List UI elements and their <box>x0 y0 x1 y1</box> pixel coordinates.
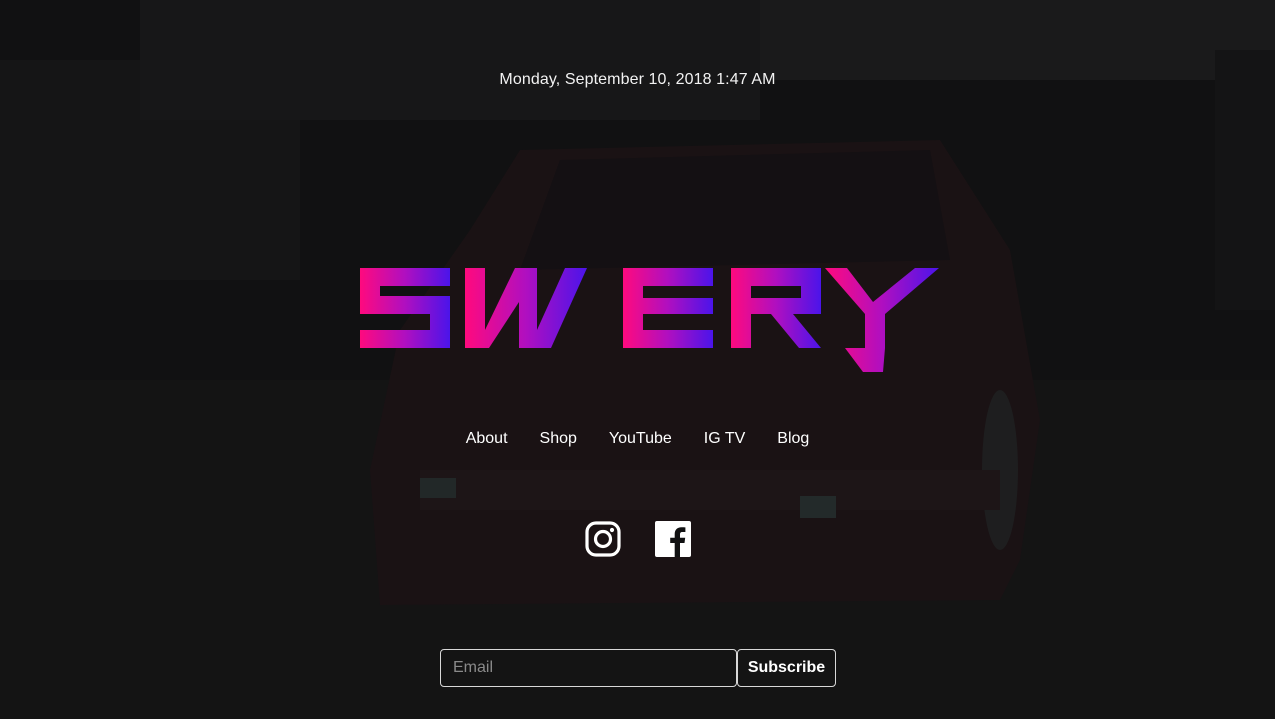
subscribe-button[interactable]: Subscribe <box>737 649 836 687</box>
landing-page: Monday, September 10, 2018 1:47 AM About… <box>0 0 1275 719</box>
nav-link-blog[interactable]: Blog <box>761 428 825 450</box>
instagram-icon[interactable] <box>584 521 621 557</box>
social-links <box>0 521 1275 557</box>
nav-link-youtube[interactable]: YouTube <box>593 428 688 450</box>
swery-logo[interactable] <box>355 262 945 374</box>
nav-link-igtv[interactable]: IG TV <box>688 428 762 450</box>
subscribe-form: Subscribe <box>440 649 836 687</box>
email-input[interactable] <box>440 649 737 687</box>
main-nav: About Shop YouTube IG TV Blog <box>0 428 1275 450</box>
facebook-icon[interactable] <box>654 521 691 557</box>
current-datetime: Monday, September 10, 2018 1:47 AM <box>499 71 776 88</box>
nav-link-about[interactable]: About <box>450 428 524 450</box>
nav-link-shop[interactable]: Shop <box>524 428 593 450</box>
